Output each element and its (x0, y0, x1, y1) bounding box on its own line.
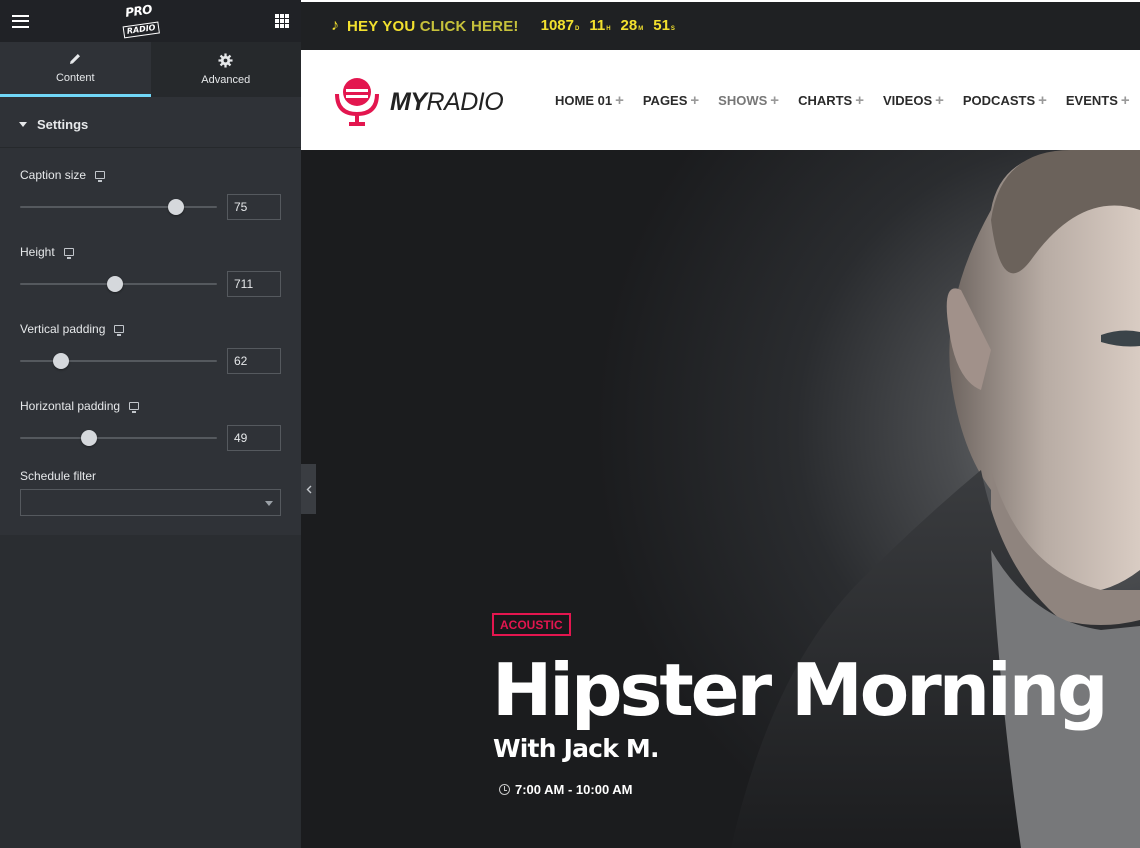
plus-icon: + (1038, 92, 1047, 109)
page-preview: ♪ HEY YOU CLICK HERE! 1087D 11H 28M 51S … (301, 0, 1140, 848)
slider-track[interactable] (20, 360, 217, 362)
announcement-bar: ♪ HEY YOU CLICK HERE! 1087D 11H 28M 51S (301, 0, 1140, 50)
tab-content[interactable]: Content (0, 42, 151, 97)
desktop-icon[interactable] (63, 248, 74, 259)
announcement-link[interactable]: HEY YOU CLICK HERE! (347, 18, 519, 35)
schedule-filter-select[interactable] (20, 489, 281, 516)
nav-events[interactable]: EVENTS + (1066, 92, 1130, 109)
chevron-left-icon (306, 485, 311, 493)
site-logo[interactable]: MYRADIO (334, 76, 504, 128)
countdown-days: 1087D (540, 17, 580, 34)
click-text: CLICK HERE! (419, 17, 519, 35)
countdown-minutes: 28M (620, 17, 644, 34)
panel-tabs: Content Advanced (0, 42, 301, 97)
hero-section: ACOUSTIC Hipster Morning With Jack M. 7:… (301, 150, 1140, 848)
caret-down-icon (19, 122, 27, 127)
site-header: MYRADIO HOME 01 + PAGES + SHOWS + CHARTS + V… (301, 50, 1140, 150)
show-host: With Jack M. (493, 734, 660, 763)
show-time: 7:00 AM - 10:00 AM (499, 782, 633, 797)
pencil-icon (70, 54, 81, 64)
caption-size-input[interactable] (227, 194, 281, 220)
height-input[interactable] (227, 271, 281, 297)
gear-icon (218, 53, 233, 68)
nav-charts[interactable]: CHARTS + (798, 92, 864, 109)
countdown-hours: 11H (589, 17, 611, 34)
pro-radio-logo: PRO RADIO (116, 2, 164, 40)
control-schedule-filter: Schedule filter (20, 469, 281, 516)
plus-icon: + (770, 92, 780, 109)
tab-advanced[interactable]: Advanced (151, 42, 302, 97)
horizontal-padding-input[interactable] (227, 425, 281, 451)
slider-track[interactable] (20, 206, 217, 208)
control-label: Caption size (20, 168, 87, 182)
nav-podcasts[interactable]: PODCASTS + (963, 92, 1047, 109)
control-label: Schedule filter (20, 469, 97, 483)
nav-pages[interactable]: PAGES + (643, 92, 699, 109)
slider-thumb[interactable] (167, 199, 184, 215)
control-label: Horizontal padding (20, 399, 121, 413)
editor-panel: PRO RADIO Content Advanced Settings Capt… (0, 0, 301, 848)
hey-text: HEY YOU (347, 17, 416, 35)
tab-advanced-label: Advanced (201, 74, 251, 86)
show-time-text: 7:00 AM - 10:00 AM (515, 782, 633, 797)
plus-icon: + (1120, 92, 1130, 109)
slider-thumb[interactable] (53, 353, 70, 369)
genre-tag[interactable]: ACOUSTIC (492, 613, 571, 636)
music-note-icon: ♪ (331, 17, 339, 34)
panel-topbar: PRO RADIO (0, 0, 301, 42)
countdown-seconds: 51S (653, 17, 675, 34)
show-title: Hipster Morning (492, 648, 1109, 732)
hero-photo (731, 150, 1140, 848)
control-caption-size: Caption size (20, 168, 281, 220)
slider-track[interactable] (20, 437, 217, 439)
settings-section-title: Settings (37, 117, 89, 132)
plus-icon: + (855, 92, 864, 109)
nav-shows[interactable]: SHOWS + (718, 92, 779, 109)
slider-thumb[interactable] (106, 276, 123, 292)
control-label: Height (20, 245, 55, 259)
settings-section-toggle[interactable]: Settings (0, 102, 301, 148)
panel-empty-area (0, 535, 301, 848)
countdown-timer: 1087D 11H 28M 51S (541, 17, 675, 35)
control-horizontal-padding: Horizontal padding (20, 399, 281, 451)
control-height: Height (20, 245, 281, 297)
collapse-panel-button[interactable] (301, 464, 316, 514)
main-nav: HOME 01 + PAGES + SHOWS + CHARTS + VIDEOS + P… (555, 92, 1130, 109)
apps-grid-icon[interactable] (275, 14, 289, 28)
desktop-icon[interactable] (114, 325, 125, 336)
control-vertical-padding: Vertical padding (20, 322, 281, 374)
control-label: Vertical padding (20, 322, 106, 336)
logo-line-2: RADIO (122, 21, 161, 39)
hamburger-menu-icon[interactable] (12, 14, 29, 28)
plus-icon: + (690, 92, 700, 109)
desktop-icon[interactable] (129, 402, 140, 413)
microphone-icon (335, 78, 379, 126)
vertical-padding-input[interactable] (227, 348, 281, 374)
tab-content-label: Content (55, 72, 95, 84)
plus-icon: + (935, 92, 944, 109)
nav-home[interactable]: HOME 01 + (555, 92, 624, 109)
chevron-down-icon (265, 501, 273, 506)
brand-name: MYRADIO (390, 87, 504, 116)
logo-line-1: PRO (124, 2, 153, 20)
nav-videos[interactable]: VIDEOS + (883, 92, 944, 109)
clock-icon (499, 784, 510, 795)
desktop-icon[interactable] (95, 171, 106, 182)
plus-icon: + (615, 92, 624, 109)
slider-thumb[interactable] (80, 430, 97, 446)
